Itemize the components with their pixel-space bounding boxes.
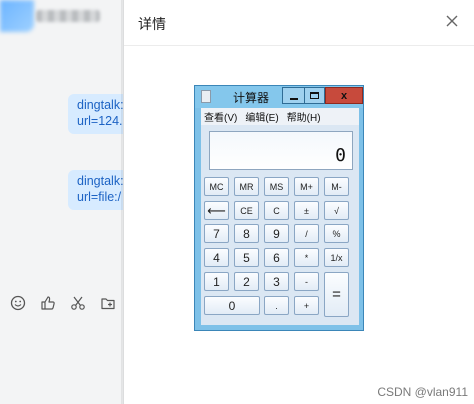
calculator-body: 0 MC MR MS M+ M- ⟵ CE C ± √ 7 8 9 / % 4 … <box>201 125 359 325</box>
key-divide[interactable]: / <box>294 224 319 243</box>
message-line: dingtalk: <box>77 174 124 188</box>
message-line: dingtalk: <box>77 98 124 112</box>
message-line: url=file:/ <box>77 190 122 204</box>
key-decimal[interactable]: . <box>264 296 289 315</box>
key-equals[interactable]: = <box>324 272 349 317</box>
key-7[interactable]: 7 <box>204 224 229 243</box>
message-action-toolbar <box>8 294 120 312</box>
key-0[interactable]: 0 <box>204 296 260 315</box>
calculator-display: 0 <box>209 131 353 170</box>
forward-icon[interactable] <box>98 294 118 312</box>
maximize-button[interactable] <box>304 87 325 104</box>
close-icon[interactable] <box>444 13 460 29</box>
key-4[interactable]: 4 <box>204 248 229 267</box>
calculator-menubar: 查看(V) 编辑(E) 帮助(H) <box>201 108 359 125</box>
menu-view[interactable]: 查看(V) <box>204 109 237 124</box>
key-subtract[interactable]: - <box>294 272 319 291</box>
calculator-window: 计算器 x 查看(V) 编辑(E) 帮助(H) 0 MC MR MS M+ M-… <box>194 85 364 331</box>
key-9[interactable]: 9 <box>264 224 289 243</box>
key-mr[interactable]: MR <box>234 177 259 196</box>
key-m-minus[interactable]: M- <box>324 177 349 196</box>
key-6[interactable]: 6 <box>264 248 289 267</box>
menu-edit[interactable]: 编辑(E) <box>245 109 278 124</box>
details-header: 详情 <box>124 0 474 46</box>
key-reciprocal[interactable]: 1/x <box>324 248 349 267</box>
menu-help[interactable]: 帮助(H) <box>287 109 321 124</box>
key-mc[interactable]: MC <box>204 177 229 196</box>
key-5[interactable]: 5 <box>234 248 259 267</box>
key-c[interactable]: C <box>264 201 289 220</box>
calculator-app-icon <box>201 90 211 103</box>
chat-pane: dingtalk: url=124.2 dingtalk: url=file:/ <box>0 0 124 404</box>
key-backspace[interactable]: ⟵ <box>204 201 229 220</box>
display-value: 0 <box>335 145 346 166</box>
scissors-icon[interactable] <box>68 294 88 312</box>
key-ce[interactable]: CE <box>234 201 259 220</box>
message-bubble[interactable]: dingtalk: url=file:/ <box>68 170 124 210</box>
message-bubble[interactable]: dingtalk: url=124.2 <box>68 94 124 134</box>
minimize-icon <box>289 98 298 100</box>
maximize-icon <box>310 92 319 99</box>
key-8[interactable]: 8 <box>234 224 259 243</box>
window-close-button[interactable]: x <box>325 87 363 104</box>
key-add[interactable]: + <box>294 296 319 315</box>
chat-avatar[interactable] <box>0 0 34 32</box>
key-multiply[interactable]: * <box>294 248 319 267</box>
details-title: 详情 <box>138 16 166 32</box>
thumbs-up-icon[interactable] <box>38 294 58 312</box>
close-icon: x <box>340 89 348 102</box>
calculator-title: 计算器 <box>233 91 270 105</box>
key-3[interactable]: 3 <box>264 272 289 291</box>
key-m-plus[interactable]: M+ <box>294 177 319 196</box>
key-negate[interactable]: ± <box>294 201 319 220</box>
calculator-titlebar[interactable]: 计算器 x <box>195 86 363 108</box>
smile-icon[interactable] <box>8 294 28 312</box>
key-ms[interactable]: MS <box>264 177 289 196</box>
key-percent[interactable]: % <box>324 224 349 243</box>
message-line: url=124.2 <box>77 114 123 128</box>
chat-name-blurred <box>36 10 100 22</box>
watermark-text: CSDN @vlan911 <box>377 385 468 399</box>
key-1[interactable]: 1 <box>204 272 229 291</box>
key-2[interactable]: 2 <box>234 272 259 291</box>
key-sqrt[interactable]: √ <box>324 201 349 220</box>
minimize-button[interactable] <box>282 87 304 104</box>
